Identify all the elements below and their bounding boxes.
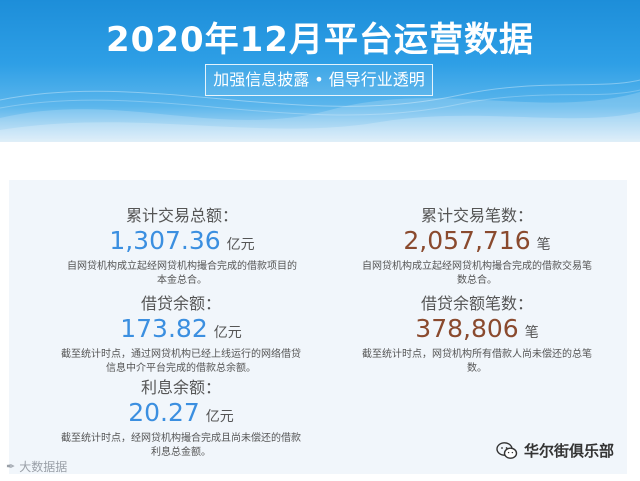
stat-value-row: 20.27 亿元	[45, 398, 317, 432]
desc-line: 信息中介平台完成的借款总余额。	[106, 363, 256, 374]
brand-watermark: 华尔街俱乐部	[496, 440, 614, 461]
stat-label: 借贷余额笔数：	[420, 294, 533, 313]
desc-line: 本金总合。	[157, 275, 207, 286]
stat-label: 借贷余额：	[140, 294, 221, 313]
stat-value: 2,057,716	[403, 226, 531, 255]
page-subtitle: 加强信息披露 • 倡导行业透明	[205, 64, 433, 96]
page-title: 2020年12月平台运营数据	[106, 20, 534, 60]
desc-line: 数。	[467, 363, 487, 374]
desc-line: 截至统计时点，通过网贷机构已经上线运行的网络借贷	[61, 349, 301, 360]
desc-line: 截至统计时点，经网贷机构撮合完成且尚未偿还的借款	[61, 433, 301, 444]
stat-total-count: 累计交易笔数： 2,057,716 笔 自网贷机构成立起经网贷机构撮合完成的借款交…	[343, 206, 611, 288]
stat-label: 累计交易笔数：	[420, 206, 533, 225]
stat-unit: 亿元	[226, 237, 255, 253]
stat-unit: 笔	[536, 237, 551, 253]
wechat-icon	[496, 441, 518, 459]
stat-description: 截至统计时点，网贷机构所有借款人尚未偿还的总笔 数。	[343, 348, 611, 376]
stat-total-amount: 累计交易总额： 1,307.36 亿元 自网贷机构成立起经网贷机构撮合完成的借款项…	[48, 206, 316, 288]
stat-value: 20.27	[128, 398, 200, 427]
stat-description: 自网贷机构成立起经网贷机构撮合完成的借款项目的 本金总合。	[48, 260, 316, 288]
stat-unit: 亿元	[213, 325, 242, 341]
desc-line: 自网贷机构成立起经网贷机构撮合完成的借款项目的	[67, 261, 297, 272]
desc-line: 利息总金额。	[151, 447, 211, 458]
stat-label: 利息余额：	[140, 378, 221, 397]
stat-label: 累计交易总额：	[125, 206, 238, 225]
watermark-logo-icon: ✒	[6, 460, 16, 473]
stat-unit: 笔	[524, 325, 539, 341]
desc-line: 截至统计时点，网贷机构所有借款人尚未偿还的总笔	[362, 349, 592, 360]
stat-description: 截至统计时点，通过网贷机构已经上线运行的网络借贷 信息中介平台完成的借款总余额。	[45, 348, 317, 376]
stat-value-row: 378,806 笔	[343, 314, 611, 348]
watermark-left: ✒ 大数据据	[6, 458, 67, 475]
stat-value-row: 1,307.36 亿元	[48, 226, 316, 260]
stat-loan-balance-count: 借贷余额笔数： 378,806 笔 截至统计时点，网贷机构所有借款人尚未偿还的总笔…	[343, 294, 611, 376]
stat-value-row: 2,057,716 笔	[343, 226, 611, 260]
stat-unit: 亿元	[205, 409, 234, 425]
brand-name: 华尔街俱乐部	[524, 442, 615, 460]
stat-interest-balance: 利息余额： 20.27 亿元 截至统计时点，经网贷机构撮合完成且尚未偿还的借款 利…	[45, 378, 317, 460]
watermark-text: 大数据据	[19, 460, 68, 474]
desc-line: 自网贷机构成立起经网贷机构撮合完成的借款交易笔	[362, 261, 592, 272]
desc-line: 数总合。	[457, 275, 497, 286]
stat-value: 1,307.36	[109, 226, 221, 255]
stat-value-row: 173.82 亿元	[45, 314, 317, 348]
header-banner: 2020年12月平台运营数据 加强信息披露 • 倡导行业透明	[0, 0, 640, 142]
stat-loan-balance: 借贷余额： 173.82 亿元 截至统计时点，通过网贷机构已经上线运行的网络借贷 …	[45, 294, 317, 376]
stat-value: 173.82	[120, 314, 208, 343]
stat-description: 截至统计时点，经网贷机构撮合完成且尚未偿还的借款 利息总金额。	[45, 432, 317, 460]
stat-value: 378,806	[415, 314, 519, 343]
stat-description: 自网贷机构成立起经网贷机构撮合完成的借款交易笔 数总合。	[343, 260, 611, 288]
